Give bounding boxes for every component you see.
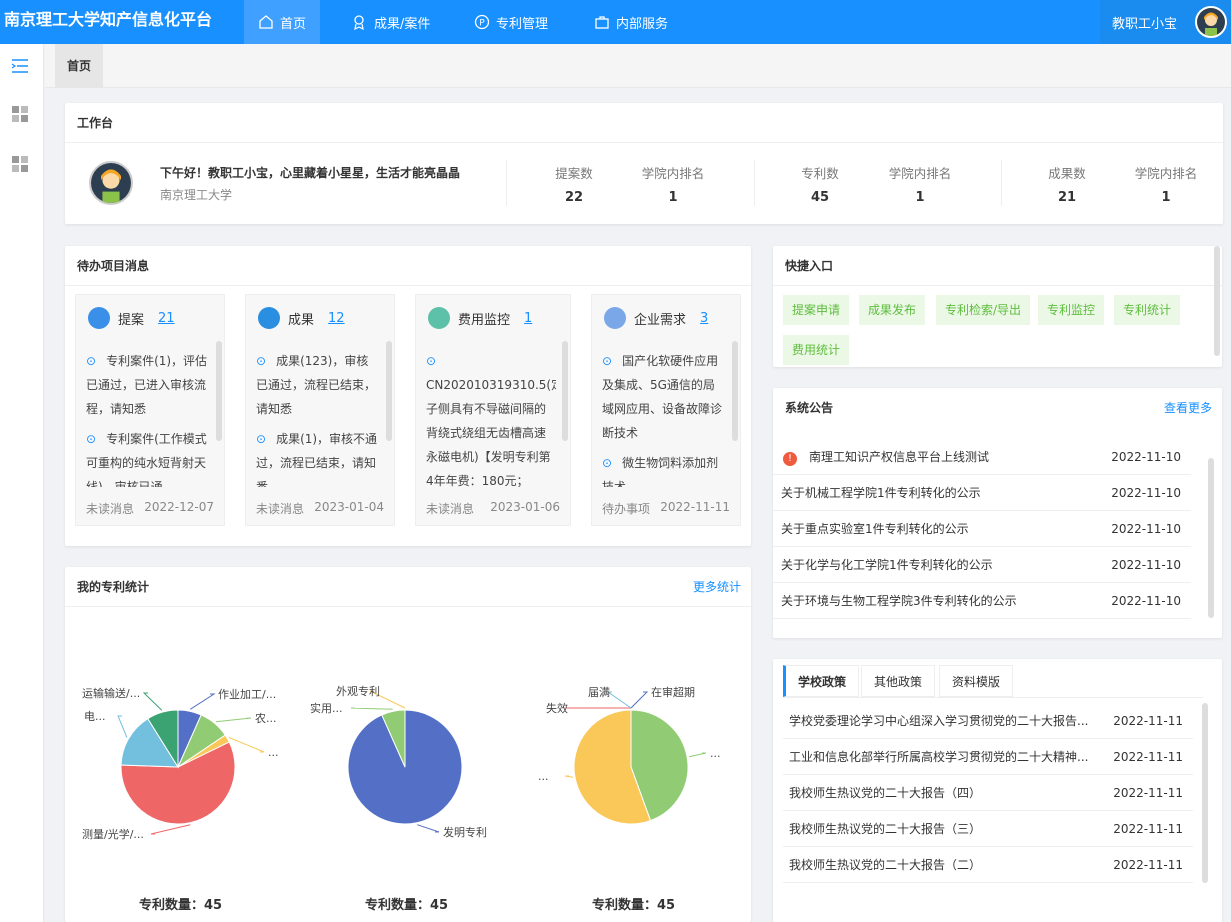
pie-label: 实用... xyxy=(310,701,343,715)
pie-label-line xyxy=(606,691,632,709)
pie-label: 运输输送/... xyxy=(82,686,140,700)
pie-label: 外观专利 xyxy=(336,684,380,698)
pie-label: 作业加工/... xyxy=(218,688,276,701)
pie-total-3: 专利数量：45 xyxy=(592,898,676,913)
pie-label-line xyxy=(688,752,707,758)
patent-pie-charts: 作业加工/... 农...... 测量/光学/... 电... 运输输送/... 发明专利… xyxy=(82,684,721,841)
pie-label: 失效 xyxy=(546,701,568,715)
pie-label-line xyxy=(117,715,128,738)
pie-label: 届满 xyxy=(588,686,610,699)
pie-label-line xyxy=(189,693,216,710)
pie-label: 在审超期 xyxy=(651,685,695,699)
pie-label-line xyxy=(417,824,440,833)
pie-total-1: 专利数量：45 xyxy=(139,898,223,913)
pie-label: 测量/光学/... xyxy=(82,827,144,841)
pie-label-line xyxy=(228,737,265,753)
pie-total-2: 专利数量：45 xyxy=(365,898,449,913)
pie-label-line xyxy=(630,691,649,709)
pie-label: ... xyxy=(710,747,721,760)
pie-label-line xyxy=(150,824,191,835)
pie-label-line xyxy=(215,717,252,723)
pie-label: 农... xyxy=(255,711,277,725)
pie-label: ... xyxy=(268,746,279,759)
pie-label: ... xyxy=(538,770,549,783)
pie-label-line xyxy=(350,707,393,710)
pie-label-line xyxy=(564,775,573,778)
pie-label: 发明专利 xyxy=(443,825,487,839)
pie-label: 电... xyxy=(84,710,106,723)
pie-label-line xyxy=(142,692,163,711)
